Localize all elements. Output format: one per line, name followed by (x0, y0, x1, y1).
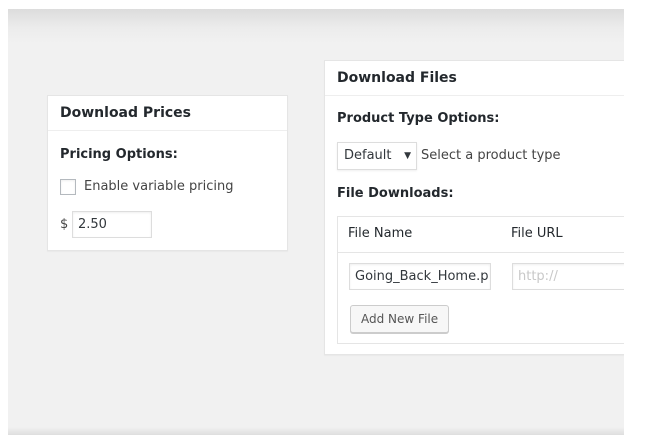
metabox-title: Download Prices (48, 96, 287, 131)
file-downloads-label: File Downloads: (337, 186, 454, 201)
column-header-file-url: File URL (511, 226, 563, 241)
download-prices-metabox: Download Prices Pricing Options: Enable … (47, 95, 288, 251)
metabox-title: Download Files (325, 61, 624, 96)
pricing-options-label: Pricing Options: (60, 147, 178, 162)
price-input[interactable]: 2.50 (72, 211, 152, 238)
file-name-input[interactable]: Going_Back_Home.p (349, 263, 491, 290)
add-new-file-button[interactable]: Add New File (350, 305, 450, 333)
file-downloads-table: File Name File URL Going_Back_Home.p htt… (337, 216, 624, 344)
product-type-options-label: Product Type Options: (337, 111, 500, 126)
admin-canvas: Download Prices Pricing Options: Enable … (8, 9, 624, 435)
variable-pricing-label[interactable]: Enable variable pricing (84, 179, 233, 194)
currency-symbol: $ (60, 217, 69, 232)
chevron-down-icon: ▼ (404, 151, 411, 161)
download-files-metabox: Download Files Product Type Options: Def… (324, 60, 624, 355)
file-url-input[interactable]: http:// (512, 263, 624, 290)
product-type-selected: Default (344, 148, 392, 163)
table-header: File Name File URL (338, 217, 624, 253)
product-type-hint: Select a product type (421, 148, 561, 163)
product-type-select[interactable]: Default ▼ (337, 142, 417, 170)
variable-pricing-checkbox[interactable] (60, 179, 76, 195)
column-header-file-name: File Name (348, 226, 413, 241)
